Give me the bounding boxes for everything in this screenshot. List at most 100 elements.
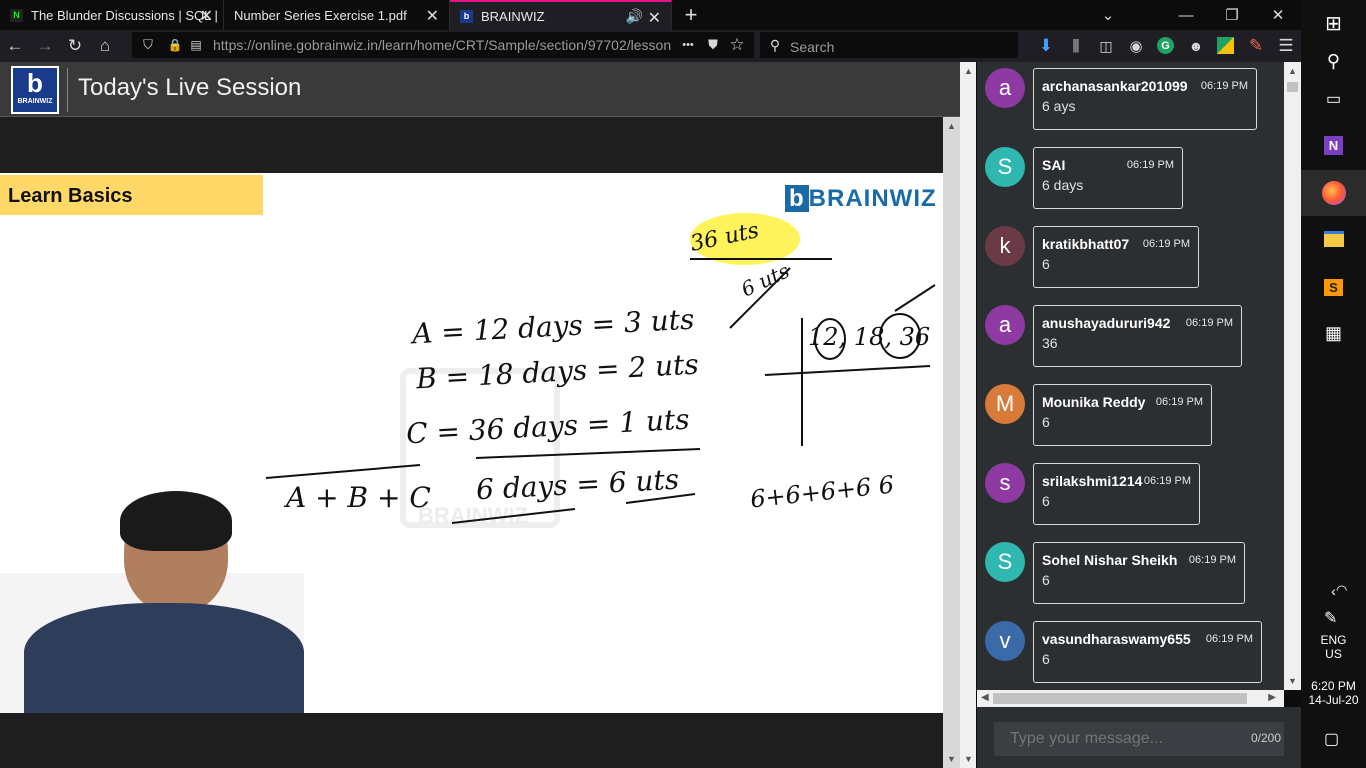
new-tab-button[interactable]: + — [668, 0, 714, 30]
message-bubble: srilakshmi1214 06:19 PM 6 — [1033, 463, 1200, 525]
menu-icon[interactable]: ☰ — [1276, 35, 1296, 57]
close-icon[interactable]: ✕ — [648, 8, 661, 28]
message-time: 06:19 PM — [1155, 396, 1203, 408]
speaker-icon[interactable]: 🔊 — [626, 8, 643, 25]
onenote-icon[interactable]: N — [1301, 122, 1366, 168]
pocket-icon[interactable]: ⛊ — [704, 36, 722, 54]
chat-message: a archanasankar201099 06:19 PM 6 ays — [977, 64, 1284, 143]
scroll-up-icon[interactable]: ▲ — [947, 121, 956, 131]
page-title: Today's Live Session — [78, 74, 302, 101]
chat-message: v vasundharaswamy655 06:19 PM 6 — [977, 617, 1284, 690]
language-indicator[interactable]: ENG US — [1301, 633, 1366, 661]
restore-button[interactable]: ❐ — [1209, 0, 1255, 30]
message-text: 6 days — [1042, 177, 1084, 193]
avatar: M — [985, 384, 1025, 424]
tab-title: The Blunder Discussions | SQL | — [31, 7, 218, 23]
notification-icon[interactable]: ▢ — [1324, 729, 1339, 749]
tab-pdf[interactable]: Number Series Exercise 1.pdf ✕ — [224, 0, 450, 30]
search-input[interactable]: Search — [790, 39, 834, 55]
chat-horizontal-scrollbar[interactable]: ◀ ▶ — [977, 690, 1284, 707]
avatar: v — [985, 621, 1025, 661]
sublime-text-icon[interactable]: S — [1301, 264, 1366, 310]
file-explorer-icon[interactable] — [1301, 216, 1366, 262]
bookmark-star-icon[interactable]: ☆ — [728, 35, 746, 54]
tab-list-icon[interactable]: ⌄ — [1085, 0, 1131, 30]
pen-icon[interactable]: ✎ — [1324, 608, 1337, 628]
handwritten-text: 12, 18, 36 — [808, 323, 931, 351]
scroll-down-icon[interactable]: ▼ — [947, 754, 956, 764]
home-icon[interactable]: ⌂ — [94, 35, 116, 57]
page-actions-icon[interactable]: ••• — [678, 36, 698, 54]
extension-icon[interactable] — [1217, 37, 1234, 54]
reload-icon[interactable]: ↻ — [64, 35, 86, 57]
page-scrollbar[interactable]: ▲ ▼ — [960, 62, 976, 768]
task-view-icon[interactable]: ▭ — [1301, 76, 1366, 122]
forward-icon[interactable]: → — [34, 35, 56, 57]
account-icon[interactable]: ◉ — [1126, 35, 1146, 57]
chat-message: S SAI 06:19 PM 6 days — [977, 143, 1284, 222]
message-text: 6 — [1042, 256, 1050, 272]
lock-icon[interactable]: 🔒 — [168, 36, 183, 54]
download-icon[interactable]: ⬇ — [1036, 35, 1056, 57]
message-bubble: anushayadururi942 06:19 PM 36 — [1033, 305, 1242, 367]
window-close-button[interactable]: ✕ — [1255, 0, 1301, 30]
content-scrollbar[interactable]: ▲ ▼ — [943, 117, 960, 768]
folder-glyph — [1323, 231, 1344, 247]
scroll-down-icon[interactable]: ▼ — [964, 754, 973, 764]
presenter-hair — [120, 491, 232, 551]
message-bubble: Sohel Nishar Sheikh 06:19 PM 6 — [1033, 542, 1245, 604]
sublime-glyph: S — [1324, 278, 1343, 296]
chat-message: S Sohel Nishar Sheikh 06:19 PM 6 — [977, 538, 1284, 617]
notion-icon: N — [10, 8, 23, 22]
message-text: 6 — [1042, 572, 1050, 588]
message-time: 06:19 PM — [1143, 475, 1191, 487]
chat-panel: a archanasankar201099 06:19 PM 6 ays S S… — [977, 62, 1284, 690]
shield-icon[interactable]: ⛉ — [140, 36, 156, 54]
video-bottom-bar — [0, 713, 943, 768]
tab-title: Number Series Exercise 1.pdf — [234, 7, 407, 23]
message-bubble: vasundharaswamy655 06:19 PM 6 — [1033, 621, 1262, 683]
message-time: 06:19 PM — [1205, 633, 1253, 645]
scroll-thumb[interactable] — [1287, 82, 1298, 92]
scroll-thumb[interactable] — [993, 693, 1247, 704]
scroll-left-icon[interactable]: ◀ — [981, 692, 989, 703]
extension-icon[interactable]: ☻ — [1186, 35, 1206, 57]
scroll-up-icon[interactable]: ▲ — [1288, 66, 1297, 76]
clock[interactable]: 6:20 PM 14-Jul-20 — [1301, 679, 1366, 707]
minimize-button[interactable]: — — [1163, 0, 1209, 30]
calculator-icon[interactable]: ▦ — [1301, 310, 1366, 356]
chat-message: k kratikbhatt07 06:19 PM 6 — [977, 222, 1284, 301]
tab-blunder[interactable]: N The Blunder Discussions | SQL | ✕ — [0, 0, 224, 30]
grammarly-icon[interactable]: G — [1157, 37, 1174, 54]
library-icon[interactable]: ⫼ — [1066, 35, 1086, 57]
scroll-up-icon[interactable]: ▲ — [964, 66, 973, 76]
chat-scrollbar[interactable]: ▲ ▼ — [1284, 62, 1301, 690]
pen-extension-icon[interactable]: ✎ — [1246, 35, 1266, 57]
tab-brainwiz[interactable]: b BRAINWIZ 🔊 ✕ — [450, 0, 672, 30]
video-top-bar — [0, 117, 943, 173]
wifi-icon[interactable]: ◠ — [1336, 582, 1347, 598]
chat-message: a anushayadururi942 06:19 PM 36 — [977, 301, 1284, 380]
permissions-icon[interactable]: ▤ — [188, 36, 204, 54]
close-icon[interactable]: ✕ — [426, 6, 439, 26]
message-bubble: kratikbhatt07 06:19 PM 6 — [1033, 226, 1199, 288]
url-text[interactable]: https://online.gobrainwiz.in/learn/home/… — [213, 37, 671, 53]
message-input[interactable] — [994, 722, 1284, 756]
message-time: 06:19 PM — [1200, 80, 1248, 92]
back-icon[interactable]: ← — [4, 35, 26, 57]
scroll-right-icon[interactable]: ▶ — [1268, 692, 1276, 703]
logo-text: BRAINWIZ — [17, 98, 53, 105]
brainwiz-logo[interactable]: b BRAINWIZ — [11, 66, 59, 114]
tab-title: BRAINWIZ — [481, 8, 545, 24]
message-time: 06:19 PM — [1188, 554, 1236, 566]
scroll-down-icon[interactable]: ▼ — [1288, 676, 1297, 686]
message-bubble: SAI 06:19 PM 6 days — [1033, 147, 1183, 209]
presenter-body — [24, 603, 304, 713]
rule-line — [451, 508, 576, 524]
rule-line — [265, 464, 421, 479]
close-icon[interactable]: ✕ — [200, 6, 213, 26]
video-player[interactable]: b BRAINWIZ BRAINWIZ 36 uts 6 uts A = 12 d… — [0, 173, 943, 713]
firefox-icon[interactable] — [1301, 170, 1366, 216]
sidebar-icon[interactable]: ◫ — [1096, 35, 1116, 57]
message-text: 36 — [1042, 335, 1058, 351]
